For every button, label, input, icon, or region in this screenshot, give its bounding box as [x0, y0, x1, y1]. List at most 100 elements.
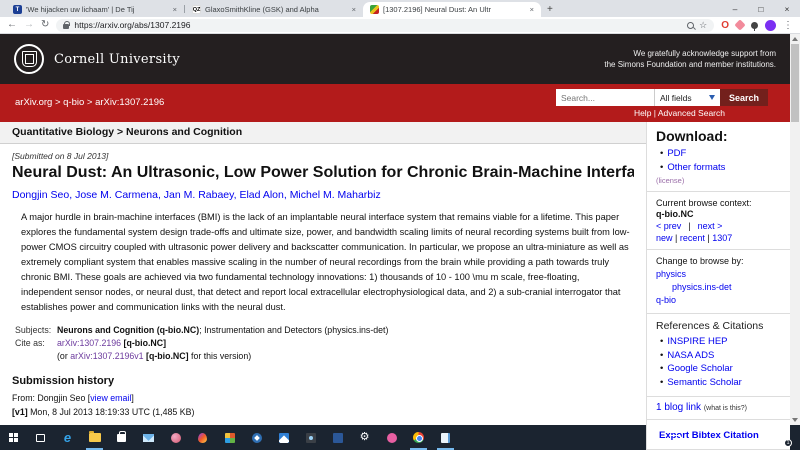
list-item: Other formats — [656, 161, 781, 175]
physics-link[interactable]: physics — [656, 269, 686, 279]
photos-button[interactable] — [270, 425, 297, 450]
start-button[interactable] — [0, 425, 27, 450]
qbio-link[interactable]: q-bio — [656, 295, 676, 305]
action-center-button[interactable]: 1 — [764, 425, 794, 450]
mail-button[interactable] — [135, 425, 162, 450]
month-link[interactable]: 1307 — [712, 233, 732, 243]
settings-button[interactable]: ⚙ — [351, 425, 378, 450]
zoom-page-icon[interactable] — [687, 21, 695, 29]
paint3d-icon — [198, 432, 207, 443]
inspire-hep-link[interactable]: INSPIRE HEP — [667, 336, 727, 347]
cite-alt-class-tag: [q-bio.NC] — [146, 351, 189, 362]
author-link[interactable]: Michel M. Maharbiz — [290, 189, 381, 201]
maximize-button[interactable]: □ — [748, 0, 774, 17]
scrollbar-thumb[interactable] — [791, 44, 799, 122]
xbox-icon — [386, 432, 397, 443]
new-link[interactable]: new — [656, 233, 680, 243]
battery-icon[interactable] — [669, 434, 682, 441]
close-tab-icon[interactable]: × — [352, 5, 356, 14]
field-selector-value: All fields — [659, 92, 692, 103]
movies-button[interactable] — [324, 425, 351, 450]
reload-icon[interactable]: ↻ — [41, 20, 49, 30]
url-text[interactable]: https://arxiv.org/abs/1307.2196 — [74, 20, 682, 30]
paint-button[interactable] — [162, 425, 189, 450]
list-item: physics — [656, 268, 781, 281]
search-button[interactable]: Search — [719, 89, 768, 106]
semantic-scholar-link[interactable]: Semantic Scholar — [667, 377, 741, 388]
subjects-value: Neurons and Cognition (q-bio.NC); Instru… — [57, 325, 634, 335]
close-tab-icon[interactable]: × — [530, 5, 534, 14]
prev-link[interactable]: < prev — [656, 221, 681, 231]
lock-icon[interactable] — [63, 20, 71, 29]
edge-button[interactable]: e — [54, 425, 81, 450]
cite-arxiv-link[interactable]: arXiv:1307.2196 — [57, 338, 121, 348]
paint3d-button[interactable] — [189, 425, 216, 450]
field-selector-dropdown[interactable]: All fields — [653, 89, 720, 106]
tab-title: 'We hijacken uw lichaam' | De Tij — [26, 5, 135, 14]
cornell-banner: Cornell University We gratefully acknowl… — [0, 34, 800, 84]
paper-metadata: Subjects: Neurons and Cognition (q-bio.N… — [15, 325, 634, 361]
notification-badge: 1 — [784, 439, 792, 447]
minimize-button[interactable]: – — [722, 0, 748, 17]
task-view-button[interactable] — [27, 425, 54, 450]
store-icon — [117, 430, 126, 442]
scroll-down-arrow[interactable] — [792, 418, 798, 422]
nasa-ads-link[interactable]: NASA ADS — [667, 350, 714, 361]
groove-button[interactable] — [297, 425, 324, 450]
author-link[interactable]: Jose M. Carmena — [75, 189, 164, 201]
tab-qz[interactable]: QZ GlaxoSmithKline (GSK) and Alpha × — [185, 2, 363, 17]
what-is-this-link[interactable]: (what is this?) — [704, 405, 747, 412]
list-item: Google Scholar — [656, 362, 781, 376]
scroll-up-arrow[interactable] — [792, 37, 798, 41]
tab-detijd[interactable]: T 'We hijacken uw lichaam' | De Tij × — [6, 2, 184, 17]
download-heading: Download: — [656, 128, 728, 144]
next-link[interactable]: next > — [698, 221, 723, 231]
author-link[interactable]: Jan M. Rabaey — [164, 189, 240, 201]
cite-alt-prefix: (or — [57, 351, 68, 362]
close-tab-icon[interactable]: × — [173, 5, 177, 14]
license-link[interactable]: (license) — [656, 176, 781, 185]
vertical-scrollbar[interactable] — [790, 34, 800, 425]
profile-avatar[interactable] — [765, 19, 776, 31]
references-heading: References & Citations — [656, 319, 764, 332]
chrome-button[interactable] — [405, 425, 432, 450]
tab-arxiv-active[interactable]: [1307.2196] Neural Dust: An Ultr × — [363, 2, 541, 17]
cornell-wordmark[interactable]: Cornell University — [54, 52, 180, 67]
breadcrumb-arxiv-link[interactable]: arXiv.org — [15, 97, 63, 108]
physics-insdet-link[interactable]: physics.ins-det — [672, 282, 732, 292]
breadcrumb-paperid: arXiv:1307.2196 — [95, 97, 165, 108]
xbox-button[interactable] — [378, 425, 405, 450]
address-bar[interactable]: https://arxiv.org/abs/1307.2196 ☆ — [56, 18, 715, 32]
file-explorer-button[interactable] — [81, 425, 108, 450]
new-tab-button[interactable]: + — [547, 4, 553, 15]
close-window-button[interactable]: × — [774, 0, 800, 17]
document-app-button[interactable] — [432, 425, 459, 450]
maps-button[interactable] — [243, 425, 270, 450]
browse-context-section: Current browse context: q-bio.NC < prev |… — [647, 190, 790, 250]
store-button[interactable] — [108, 425, 135, 450]
office-button[interactable] — [216, 425, 243, 450]
help-link[interactable]: Help — [634, 108, 658, 118]
browser-tab-strip: T 'We hijacken uw lichaam' | De Tij × QZ… — [0, 0, 800, 17]
view-email-link[interactable]: view email — [90, 393, 131, 403]
search-input[interactable] — [555, 89, 654, 106]
blog-link[interactable]: 1 blog link — [656, 402, 701, 413]
google-scholar-link[interactable]: Google Scholar — [667, 363, 732, 374]
advanced-search-link[interactable]: Advanced Search — [658, 108, 725, 118]
other-formats-link[interactable]: Other formats — [667, 162, 725, 173]
pdf-link[interactable]: PDF — [667, 148, 686, 159]
browser-menu-icon[interactable]: ⋮ — [783, 20, 793, 31]
bookmark-star-icon[interactable]: ☆ — [699, 20, 707, 31]
arxiv-header-bar: arXiv.orgq-bioarXiv:1307.2196 All fields… — [0, 84, 800, 122]
extension-pink-icon[interactable] — [734, 19, 746, 31]
extensions-pin-icon[interactable] — [751, 21, 758, 31]
list-item: Semantic Scholar — [656, 376, 781, 390]
cite-version-link[interactable]: arXiv:1307.2196v1 — [70, 351, 143, 361]
recent-link[interactable]: recent — [680, 233, 712, 243]
forward-icon[interactable]: → — [24, 20, 34, 30]
extension-o-icon[interactable]: O — [721, 20, 729, 31]
breadcrumb-qbio-link[interactable]: q-bio — [63, 97, 95, 108]
author-link[interactable]: Elad Alon — [239, 189, 289, 201]
back-icon[interactable]: ← — [7, 20, 17, 30]
author-link[interactable]: Dongjin Seo — [12, 189, 75, 201]
